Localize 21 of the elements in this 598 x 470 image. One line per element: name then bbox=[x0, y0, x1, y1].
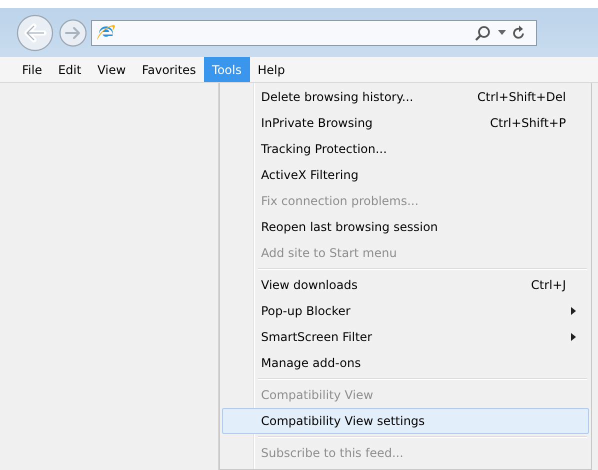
dropdown-icon[interactable] bbox=[498, 30, 506, 35]
address-field[interactable] bbox=[91, 20, 537, 46]
menu-item[interactable]: SmartScreen Filter bbox=[222, 324, 589, 350]
menu-bar-item[interactable]: File bbox=[14, 57, 50, 82]
refresh-icon[interactable] bbox=[512, 24, 526, 40]
menu-bar-item[interactable]: Help bbox=[250, 57, 293, 82]
submenu-arrow-icon bbox=[571, 333, 576, 341]
menu-item[interactable]: Manage add-ons bbox=[222, 350, 589, 376]
menu-item[interactable]: InPrivate Browsing Ctrl+Shift+P bbox=[222, 110, 589, 136]
search-icon[interactable] bbox=[474, 24, 492, 40]
menu-bar-item[interactable]: Edit bbox=[50, 57, 90, 82]
menu-item[interactable]: Reopen last browsing session bbox=[222, 214, 589, 240]
menu-bar-item[interactable]: View bbox=[89, 57, 134, 82]
menu-item[interactable]: Tracking Protection... bbox=[222, 136, 589, 162]
submenu-arrow-icon bbox=[571, 307, 576, 315]
menu-item[interactable]: Compatibility View settings bbox=[222, 408, 589, 434]
menu-item[interactable]: Pop-up Blocker bbox=[222, 298, 589, 324]
menu-item[interactable]: ActiveX Filtering bbox=[222, 162, 589, 188]
menu-bar-item[interactable]: Favorites bbox=[134, 57, 204, 82]
menu-item[interactable]: View downloads Ctrl+J bbox=[222, 272, 589, 298]
menu-item[interactable]: Delete browsing history... Ctrl+Shift+Del bbox=[222, 84, 589, 110]
